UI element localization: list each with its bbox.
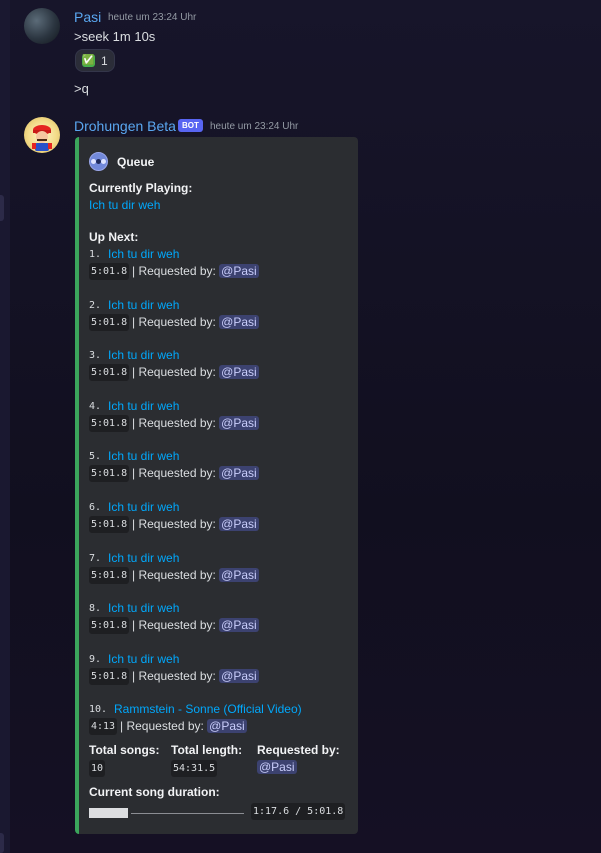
user-mention[interactable]: @Pasi: [219, 669, 259, 683]
field-total-songs-label: Total songs:: [89, 743, 160, 757]
queue-item-link[interactable]: Ich tu dir weh: [108, 399, 179, 413]
queue-item-number: 8.: [89, 603, 102, 614]
queue-item-link[interactable]: Ich tu dir weh: [108, 298, 179, 312]
user-mention[interactable]: @Pasi: [219, 466, 259, 480]
message-bot: Drohungen Beta BOT heute um 23:24 Uhr Qu…: [0, 0, 601, 853]
queue-item-number: 2.: [89, 300, 102, 311]
queue-item-number: 5.: [89, 451, 102, 462]
queue-item-duration: 5:01.8: [89, 465, 130, 482]
field-requested-by-value: @Pasi: [257, 760, 297, 774]
progress-bar-remaining: [131, 813, 244, 814]
user-mention[interactable]: @Pasi: [257, 760, 297, 774]
requested-by-text: | Requested by:: [120, 719, 208, 733]
queue-item-requester: | Requested by: @Pasi: [132, 365, 259, 379]
field-total-length-value: 54:31.5: [171, 760, 218, 777]
queue-item-duration: 5:01.8: [89, 263, 130, 280]
requested-by-text: | Requested by:: [132, 568, 220, 582]
queue-item-number: 7.: [89, 553, 102, 564]
user-mention[interactable]: @Pasi: [219, 315, 259, 329]
user-mention[interactable]: @Pasi: [219, 365, 259, 379]
currently-playing-label: Currently Playing:: [89, 181, 193, 195]
queue-item-requester: | Requested by: @Pasi: [120, 719, 247, 733]
bot-tag: BOT: [178, 119, 203, 132]
embed-title: Queue: [117, 155, 155, 169]
queue-item-duration: 5:01.8: [89, 668, 130, 685]
user-mention[interactable]: @Pasi: [219, 416, 259, 430]
music-player-icon: [89, 152, 108, 171]
queue-item-number: 4.: [89, 401, 102, 412]
queue-item-duration: 5:01.8: [89, 567, 130, 584]
user-mention[interactable]: @Pasi: [219, 568, 259, 582]
queue-item-requester: | Requested by: @Pasi: [132, 315, 259, 329]
queue-item-number: 1.: [89, 249, 102, 260]
mario-avatar-icon: [32, 125, 52, 151]
progress-bar: [89, 807, 244, 819]
user-mention[interactable]: @Pasi: [219, 618, 259, 632]
currently-playing-link[interactable]: Ich tu dir weh: [89, 198, 160, 212]
requested-by-text: | Requested by:: [132, 264, 220, 278]
field-total-length-label: Total length:: [171, 743, 243, 757]
progress-time: 1:17.6 / 5:01.8: [251, 803, 346, 820]
requested-by-text: | Requested by:: [132, 466, 220, 480]
queue-item-number: 3.: [89, 350, 102, 361]
requested-by-text: | Requested by:: [132, 416, 220, 430]
queue-item-duration: 5:01.8: [89, 617, 130, 634]
queue-item-requester: | Requested by: @Pasi: [132, 669, 259, 683]
requested-by-text: | Requested by:: [132, 517, 220, 531]
queue-item-requester: | Requested by: @Pasi: [132, 568, 259, 582]
queue-item-requester: | Requested by: @Pasi: [132, 264, 259, 278]
queue-item-requester: | Requested by: @Pasi: [132, 416, 259, 430]
queue-item-link[interactable]: Ich tu dir weh: [108, 652, 179, 666]
queue-item-duration: 5:01.8: [89, 314, 130, 331]
queue-item-duration: 5:01.8: [89, 364, 130, 381]
avatar[interactable]: [24, 117, 60, 153]
username[interactable]: Drohungen Beta: [74, 118, 176, 134]
field-requested-by-label: Requested by:: [257, 743, 340, 757]
queue-item-link[interactable]: Ich tu dir weh: [108, 500, 179, 514]
queue-item-requester: | Requested by: @Pasi: [132, 517, 259, 531]
queue-item-link[interactable]: Ich tu dir weh: [108, 601, 179, 615]
up-next-label: Up Next:: [89, 230, 139, 244]
queue-item-link[interactable]: Ich tu dir weh: [108, 551, 179, 565]
timestamp[interactable]: heute um 23:24 Uhr: [210, 121, 298, 132]
queue-item-link[interactable]: Ich tu dir weh: [108, 449, 179, 463]
progress-bar-fill: [89, 808, 128, 818]
queue-item-duration: 4:13: [89, 718, 118, 735]
field-total-songs-value: 10: [89, 760, 106, 777]
queue-item-number: 10.: [89, 704, 108, 715]
queue-item-link[interactable]: Ich tu dir weh: [108, 348, 179, 362]
user-mention[interactable]: @Pasi: [207, 719, 247, 733]
queue-item-requester: | Requested by: @Pasi: [132, 618, 259, 632]
user-mention[interactable]: @Pasi: [219, 264, 259, 278]
requested-by-text: | Requested by:: [132, 365, 220, 379]
queue-item-requester: | Requested by: @Pasi: [132, 466, 259, 480]
requested-by-text: | Requested by:: [132, 669, 220, 683]
queue-item-link[interactable]: Rammstein - Sonne (Official Video): [114, 702, 302, 716]
queue-item-number: 6.: [89, 502, 102, 513]
queue-embed: Queue Currently Playing: Ich tu dir weh …: [75, 137, 358, 834]
requested-by-text: | Requested by:: [132, 315, 220, 329]
queue-item-duration: 5:01.8: [89, 415, 130, 432]
queue-item-duration: 5:01.8: [89, 516, 130, 533]
requested-by-text: | Requested by:: [132, 618, 220, 632]
queue-item-number: 9.: [89, 654, 102, 665]
queue-item-link[interactable]: Ich tu dir weh: [108, 247, 179, 261]
duration-label: Current song duration:: [89, 785, 220, 799]
user-mention[interactable]: @Pasi: [219, 517, 259, 531]
